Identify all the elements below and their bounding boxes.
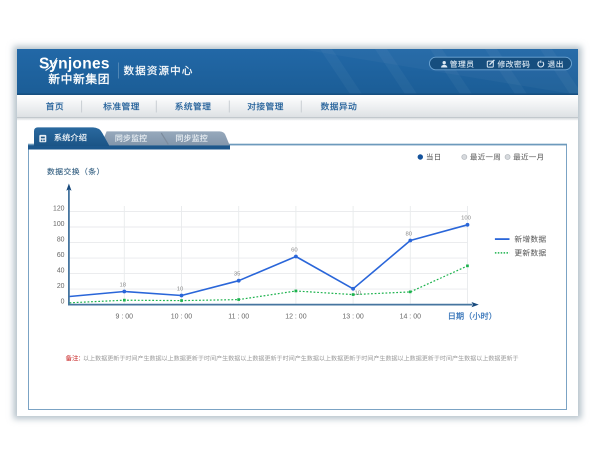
svg-text:13 : 00: 13 : 00: [342, 314, 364, 321]
svg-text:10 : 00: 10 : 00: [171, 314, 193, 321]
svg-text:14 : 00: 14 : 00: [400, 314, 422, 321]
svg-text:35: 35: [234, 272, 241, 278]
svg-text:11 : 00: 11 : 00: [228, 314, 249, 321]
svg-text:0: 0: [61, 299, 65, 306]
svg-text:120: 120: [53, 205, 65, 212]
svg-text:10: 10: [177, 286, 184, 292]
svg-text:100: 100: [53, 221, 65, 228]
svg-text:Synjones: Synjones: [39, 56, 110, 73]
svg-text:10: 10: [355, 290, 362, 296]
svg-text:60: 60: [291, 247, 298, 253]
svg-text:18: 18: [120, 282, 127, 288]
svg-text:60: 60: [57, 252, 65, 259]
svg-text:20: 20: [57, 283, 65, 290]
svg-text:9 : 00: 9 : 00: [116, 314, 134, 321]
svg-text:100: 100: [461, 216, 472, 222]
svg-text:12 : 00: 12 : 00: [285, 314, 307, 321]
svg-text:80: 80: [406, 231, 413, 237]
svg-text:80: 80: [57, 237, 65, 244]
svg-text:40: 40: [57, 268, 65, 275]
